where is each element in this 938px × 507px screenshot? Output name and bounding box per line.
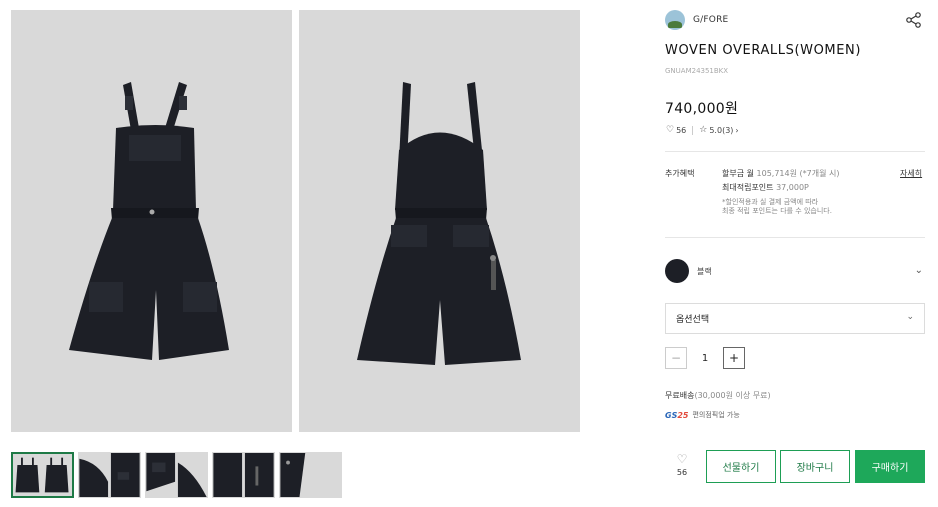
review-count[interactable]: (3) <box>722 126 733 135</box>
divider <box>665 151 925 152</box>
product-image-back[interactable] <box>299 10 580 432</box>
thumbnail-4[interactable] <box>212 452 275 498</box>
product-stats: ♡ 56 ☆ 5.0 (3) › <box>666 125 739 135</box>
rating-value[interactable]: 5.0 <box>709 126 722 135</box>
chevron-right-icon[interactable]: › <box>735 126 738 135</box>
installment-info: 할부금 월 105,714원 (*7개월 시) <box>722 169 840 178</box>
share-icon[interactable] <box>905 11 923 29</box>
quantity-decrease-button[interactable]: − <box>665 347 687 369</box>
gs25-logo: GS25 <box>665 410 689 420</box>
overalls-back-illustration <box>357 82 521 365</box>
quantity-value: 1 <box>701 352 709 364</box>
thumbnail-5[interactable] <box>279 452 342 498</box>
store-pickup-info: GS25 편의점픽업 가능 <box>665 410 740 420</box>
like-count: 56 <box>676 125 687 135</box>
option-placeholder: 옵션선택 <box>676 315 710 325</box>
option-select[interactable]: 옵션선택 ⌄ <box>665 303 925 334</box>
chevron-down-icon[interactable]: ⌄ <box>915 265 923 276</box>
brand-name[interactable]: G/FORE <box>693 15 728 25</box>
wishlist-count: 56 <box>676 468 688 477</box>
shipping-info: 무료배송(30,000원 이상 무료) <box>665 391 771 400</box>
product-title: WOVEN OVERALLS(WOMEN) <box>665 43 862 58</box>
benefits-detail-link[interactable]: 자세히 <box>900 168 922 179</box>
divider <box>692 125 694 135</box>
product-code: GNUAM24351BKX <box>665 67 729 75</box>
overalls-front-illustration <box>69 82 229 360</box>
color-selector[interactable]: 블랙 ⌄ <box>665 259 925 283</box>
thumbnail-strip <box>11 452 342 498</box>
thumbnail-2[interactable] <box>78 452 141 498</box>
brand-avatar-icon <box>665 10 685 30</box>
gift-button[interactable]: 선물하기 <box>706 450 776 483</box>
wishlist-button[interactable]: ♡ 56 <box>672 453 692 477</box>
heart-outline-icon: ♡ <box>666 125 675 135</box>
thumbnail-1[interactable] <box>11 452 74 498</box>
star-outline-icon: ☆ <box>699 125 708 135</box>
buy-now-button[interactable]: 구매하기 <box>855 450 925 483</box>
color-name: 블랙 <box>697 266 712 276</box>
brand-row[interactable]: G/FORE <box>665 10 728 30</box>
add-to-cart-button[interactable]: 장바구니 <box>780 450 850 483</box>
points-note: 최종 적립 포인트는 다를 수 있습니다. <box>722 207 832 215</box>
points-info: 최대적립포인트 37,000P <box>722 183 809 192</box>
quantity-increase-button[interactable]: + <box>723 347 745 369</box>
divider <box>665 237 925 238</box>
product-image-front[interactable] <box>11 10 292 432</box>
thumbnail-3[interactable] <box>145 452 208 498</box>
benefits-label: 추가혜택 <box>665 169 695 178</box>
color-swatch[interactable] <box>665 259 689 283</box>
heart-outline-icon: ♡ <box>676 452 688 466</box>
quantity-stepper: − 1 + <box>665 347 745 369</box>
pickup-text: 편의점픽업 가능 <box>692 411 740 419</box>
product-price: 740,000원 <box>665 101 739 117</box>
chevron-down-icon: ⌄ <box>906 312 914 322</box>
